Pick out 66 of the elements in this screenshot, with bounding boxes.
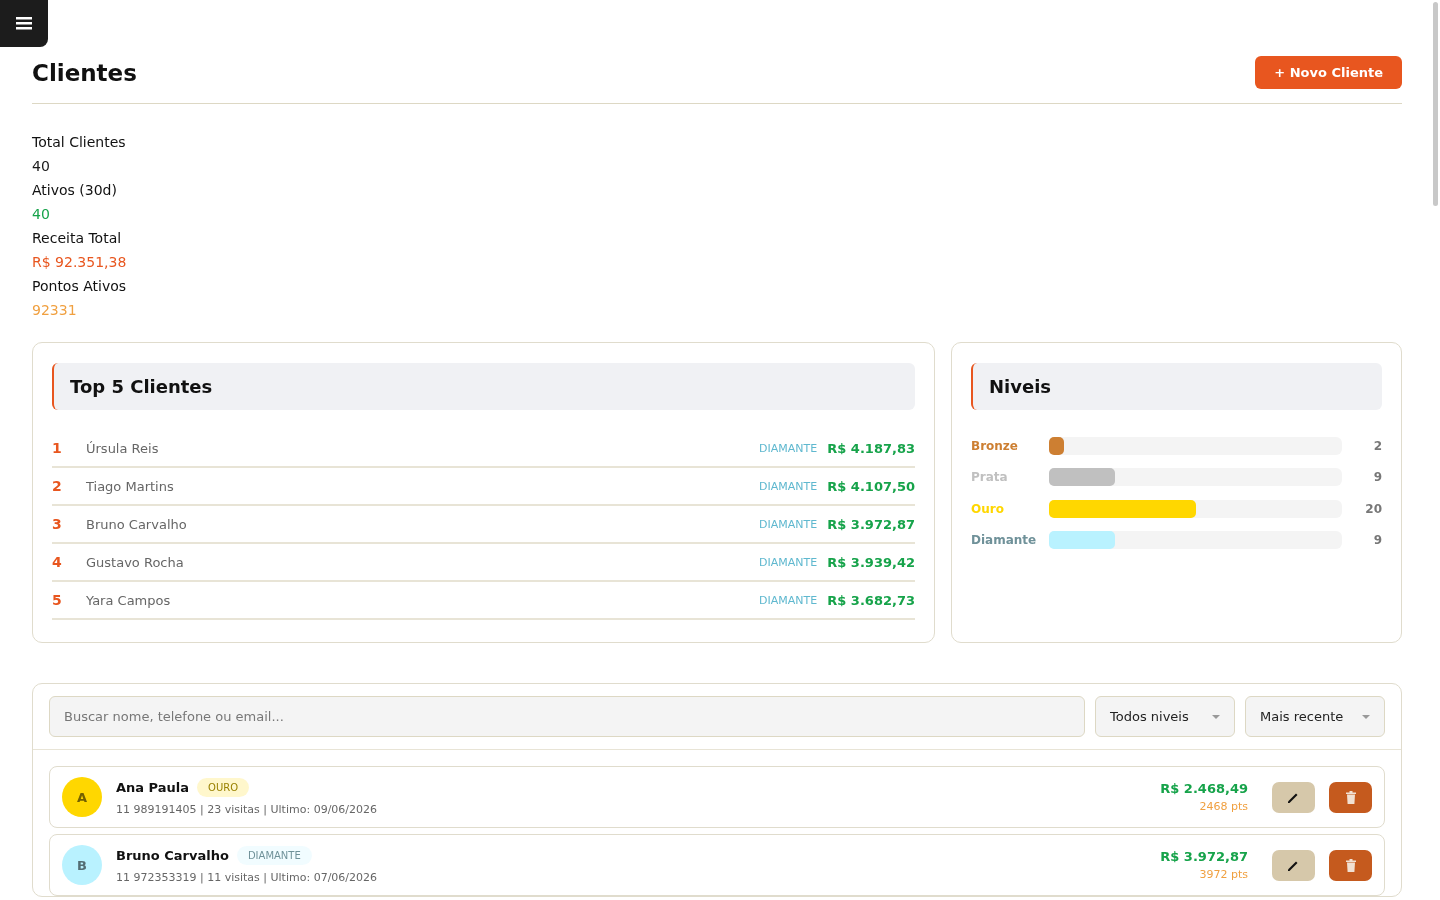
points-text: 2468 pts	[1199, 800, 1248, 813]
trash-icon	[1345, 858, 1356, 872]
level-count: 2	[1372, 438, 1382, 453]
new-client-button[interactable]: + Novo Cliente	[1255, 56, 1402, 89]
stat-label: Receita Total	[32, 229, 122, 248]
client-name: Bruno Carvalho	[116, 848, 229, 863]
revenue-amount: R$ 3.939,42	[827, 554, 915, 570]
revenue-amount: R$ 3.972,87	[827, 516, 915, 532]
tier-badge: OURO	[197, 778, 250, 797]
sort-select[interactable]: Mais recente	[1245, 696, 1385, 737]
level-name: Ouro	[971, 501, 1005, 516]
delete-button[interactable]	[1329, 781, 1372, 813]
delete-button[interactable]	[1329, 849, 1372, 881]
stat-value: 40	[32, 205, 50, 224]
tier-label: DIAMANTE	[759, 479, 818, 493]
search-field[interactable]: Buscar nome, telefone ou email...	[49, 696, 1085, 737]
level-select[interactable]: Todos niveis	[1095, 696, 1235, 737]
client-info: 11 989191405 | 23 visitas | Ultimo: 09/06/2026	[116, 803, 379, 816]
rank-number: 5	[52, 592, 63, 608]
stat-label: Ativos (30d)	[32, 181, 117, 200]
client-info: 11 972353319 | 11 visitas | Ultimo: 07/06/2026	[116, 871, 379, 884]
avatar: A	[62, 777, 102, 817]
client-name: Ana Paula	[116, 780, 190, 795]
tier-label: DIAMANTE	[759, 441, 818, 455]
client-name: Tiago Martins	[86, 478, 175, 494]
level-name: Bronze	[971, 438, 1019, 453]
caret-icon	[1212, 714, 1220, 719]
client-name: Yara Campos	[86, 592, 172, 608]
tier-label: DIAMANTE	[759, 555, 818, 569]
client-name: Úrsula Reis	[86, 440, 160, 456]
tier-badge: DIAMANTE	[236, 846, 312, 865]
page-title: Clientes	[32, 59, 137, 86]
tier-label: DIAMANTE	[759, 517, 818, 531]
stat-label: Pontos Ativos	[32, 277, 127, 296]
revenue-amount: R$ 4.187,83	[827, 440, 915, 456]
client-card[interactable]: A Ana Paula OURO 11 989191405 | 23 visitas | Ultimo: 09/06/2026 R$ 2.468,49 2468 pts	[49, 766, 1385, 828]
level-count: 20	[1364, 501, 1382, 516]
revenue-amount: R$ 3.682,73	[827, 592, 915, 608]
client-card[interactable]: B Bruno Carvalho DIAMANTE 11 972353319 | 11 visitas | Ultimo: 07/06/2026 R$ 3.972,87 3972 pts	[49, 834, 1385, 896]
revenue-amount: R$ 2.468,49	[1160, 781, 1248, 796]
stat-value: 40	[32, 157, 50, 176]
rank-number: 3	[52, 516, 63, 532]
tier-label: DIAMANTE	[759, 593, 818, 607]
scrollbar[interactable]	[1433, 2, 1438, 206]
stat-label: Total Clientes	[32, 133, 126, 152]
revenue-amount: R$ 4.107,50	[827, 478, 915, 494]
stat-value: 92331	[32, 301, 77, 320]
rank-number: 2	[52, 478, 63, 494]
level-count: 9	[1372, 470, 1382, 485]
rank-number: 1	[52, 440, 63, 456]
caret-icon	[1362, 714, 1370, 719]
avatar: B	[62, 845, 102, 885]
menu-button[interactable]	[0, 0, 48, 47]
card-title: Niveis	[971, 363, 1382, 410]
client-name: Bruno Carvalho	[86, 516, 188, 532]
rank-number: 4	[52, 554, 63, 570]
level-count: 9	[1372, 533, 1382, 548]
stat-value: R$ 92.351,38	[32, 253, 127, 272]
client-name: Gustavo Rocha	[86, 554, 185, 570]
level-name: Prata	[971, 470, 1009, 485]
level-name: Diamante	[971, 533, 1038, 548]
menu-icon	[16, 17, 32, 30]
revenue-amount: R$ 3.972,87	[1160, 849, 1248, 864]
card-title: Top 5 Clientes	[52, 363, 915, 410]
points-text: 3972 pts	[1199, 868, 1248, 881]
trash-icon	[1345, 790, 1356, 804]
